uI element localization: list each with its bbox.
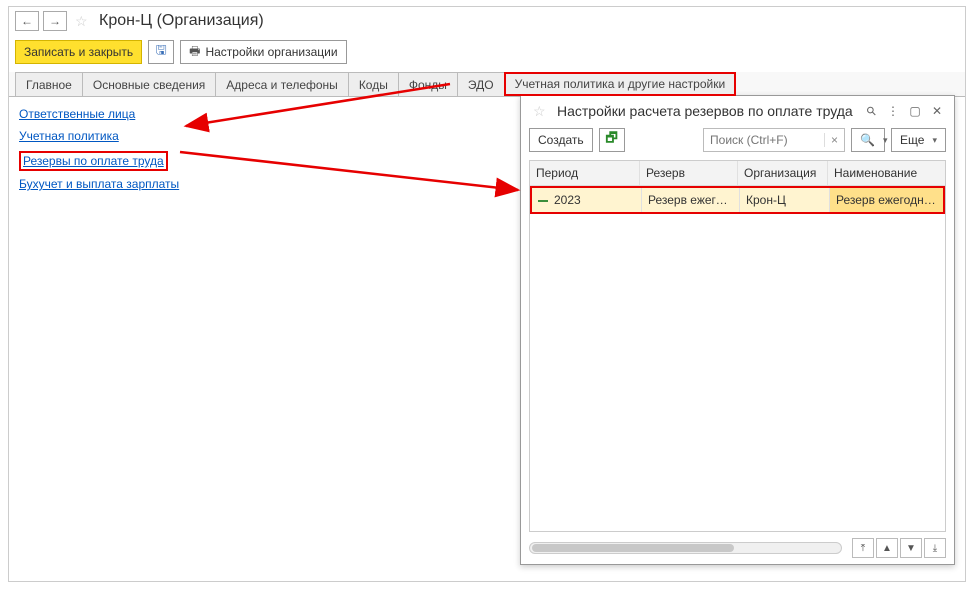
tab-funds[interactable]: Фонды xyxy=(398,72,458,96)
scroll-up-button[interactable]: ▲ xyxy=(876,538,898,558)
refresh-icon: 🗗 xyxy=(606,129,618,151)
row-marker-icon xyxy=(538,200,548,202)
scrollbar-thumb[interactable] xyxy=(532,544,734,552)
save-button[interactable]: 🖫 xyxy=(148,40,174,64)
tab-main[interactable]: Главное xyxy=(15,72,83,96)
table-row[interactable]: 2023 Резерв ежегод… Крон-Ц Резерв ежегод… xyxy=(530,186,945,214)
nav-back-button[interactable]: ← xyxy=(15,11,39,31)
table-header: Период Резерв Организация Наименование xyxy=(530,161,945,186)
tab-addresses[interactable]: Адреса и телефоны xyxy=(215,72,349,96)
cell-period: 2023 xyxy=(532,188,642,212)
nav-forward-button[interactable]: → xyxy=(43,11,67,31)
create-button[interactable]: Создать xyxy=(529,128,593,152)
popup-footer: ⤒ ▲ ▼ ⤓ xyxy=(521,532,954,564)
main-toolbar: Записать и закрыть 🖫 🖶 Настройки организ… xyxy=(9,37,965,72)
tab-basic-info[interactable]: Основные сведения xyxy=(82,72,216,96)
org-settings-label: Настройки организации xyxy=(205,45,337,59)
col-name[interactable]: Наименование xyxy=(828,161,945,185)
link-labor-reserves[interactable]: Резервы по оплате труда xyxy=(19,151,168,171)
horizontal-scrollbar[interactable] xyxy=(529,542,842,554)
window-title: Крон-Ц (Организация) xyxy=(99,12,264,30)
popup-favorite-star-icon[interactable]: ☆ xyxy=(533,103,549,119)
scroll-last-button[interactable]: ⤓ xyxy=(924,538,946,558)
search-clear-button[interactable]: × xyxy=(824,133,844,147)
popup-toolbar: Создать 🗗 × 🔍 ▾ Еще ▾ xyxy=(521,124,954,160)
advanced-search-button[interactable]: 🔍 ▾ xyxy=(851,128,885,152)
search-field: × xyxy=(703,128,845,152)
favorite-star-icon[interactable]: ☆ xyxy=(75,13,91,29)
chevron-down-icon: ▾ xyxy=(883,135,888,146)
titlebar: ← → ☆ Крон-Ц (Организация) xyxy=(9,7,965,37)
cell-name: Резерв ежегодных xyxy=(830,188,943,212)
popup-title: Настройки расчета резервов по оплате тру… xyxy=(557,103,858,119)
col-period[interactable]: Период xyxy=(530,161,640,185)
cell-reserve: Резерв ежегод… xyxy=(642,188,740,212)
printer-icon: 🖶 xyxy=(189,42,200,63)
col-reserve[interactable]: Резерв xyxy=(640,161,738,185)
reserves-table: Период Резерв Организация Наименование 2… xyxy=(529,160,946,532)
popup-close-icon[interactable]: ✕ xyxy=(928,102,946,120)
save-and-close-button[interactable]: Записать и закрыть xyxy=(15,40,142,64)
org-settings-button[interactable]: 🖶 Настройки организации xyxy=(180,40,346,64)
tab-codes[interactable]: Коды xyxy=(348,72,399,96)
popup-titlebar: ☆ Настройки расчета резервов по оплате т… xyxy=(521,96,954,124)
more-button[interactable]: Еще ▾ xyxy=(891,128,946,152)
search-input[interactable] xyxy=(704,131,824,149)
scroll-first-button[interactable]: ⤒ xyxy=(852,538,874,558)
more-label: Еще xyxy=(900,133,924,147)
scroll-down-button[interactable]: ▼ xyxy=(900,538,922,558)
refresh-button[interactable]: 🗗 xyxy=(599,128,625,152)
magnifier-icon: 🔍 xyxy=(860,133,875,147)
popup-maximize-icon[interactable]: ▢ xyxy=(906,102,924,120)
table-body: 2023 Резерв ежегод… Крон-Ц Резерв ежегод… xyxy=(530,186,945,531)
tab-strip: Главное Основные сведения Адреса и телеф… xyxy=(9,72,965,97)
popup-menu-icon[interactable]: ⋮ xyxy=(884,102,902,120)
cell-org: Крон-Ц xyxy=(740,188,830,212)
chevron-down-icon: ▾ xyxy=(932,135,937,146)
col-org[interactable]: Организация xyxy=(738,161,828,185)
floppy-icon: 🖫 xyxy=(156,41,167,63)
reserves-popup: ☆ Настройки расчета резервов по оплате т… xyxy=(520,95,955,565)
tab-edo[interactable]: ЭДО xyxy=(457,72,505,96)
tab-accounting-policy[interactable]: Учетная политика и другие настройки xyxy=(504,72,737,96)
popup-link-icon[interactable]: ⚲ xyxy=(862,102,880,120)
